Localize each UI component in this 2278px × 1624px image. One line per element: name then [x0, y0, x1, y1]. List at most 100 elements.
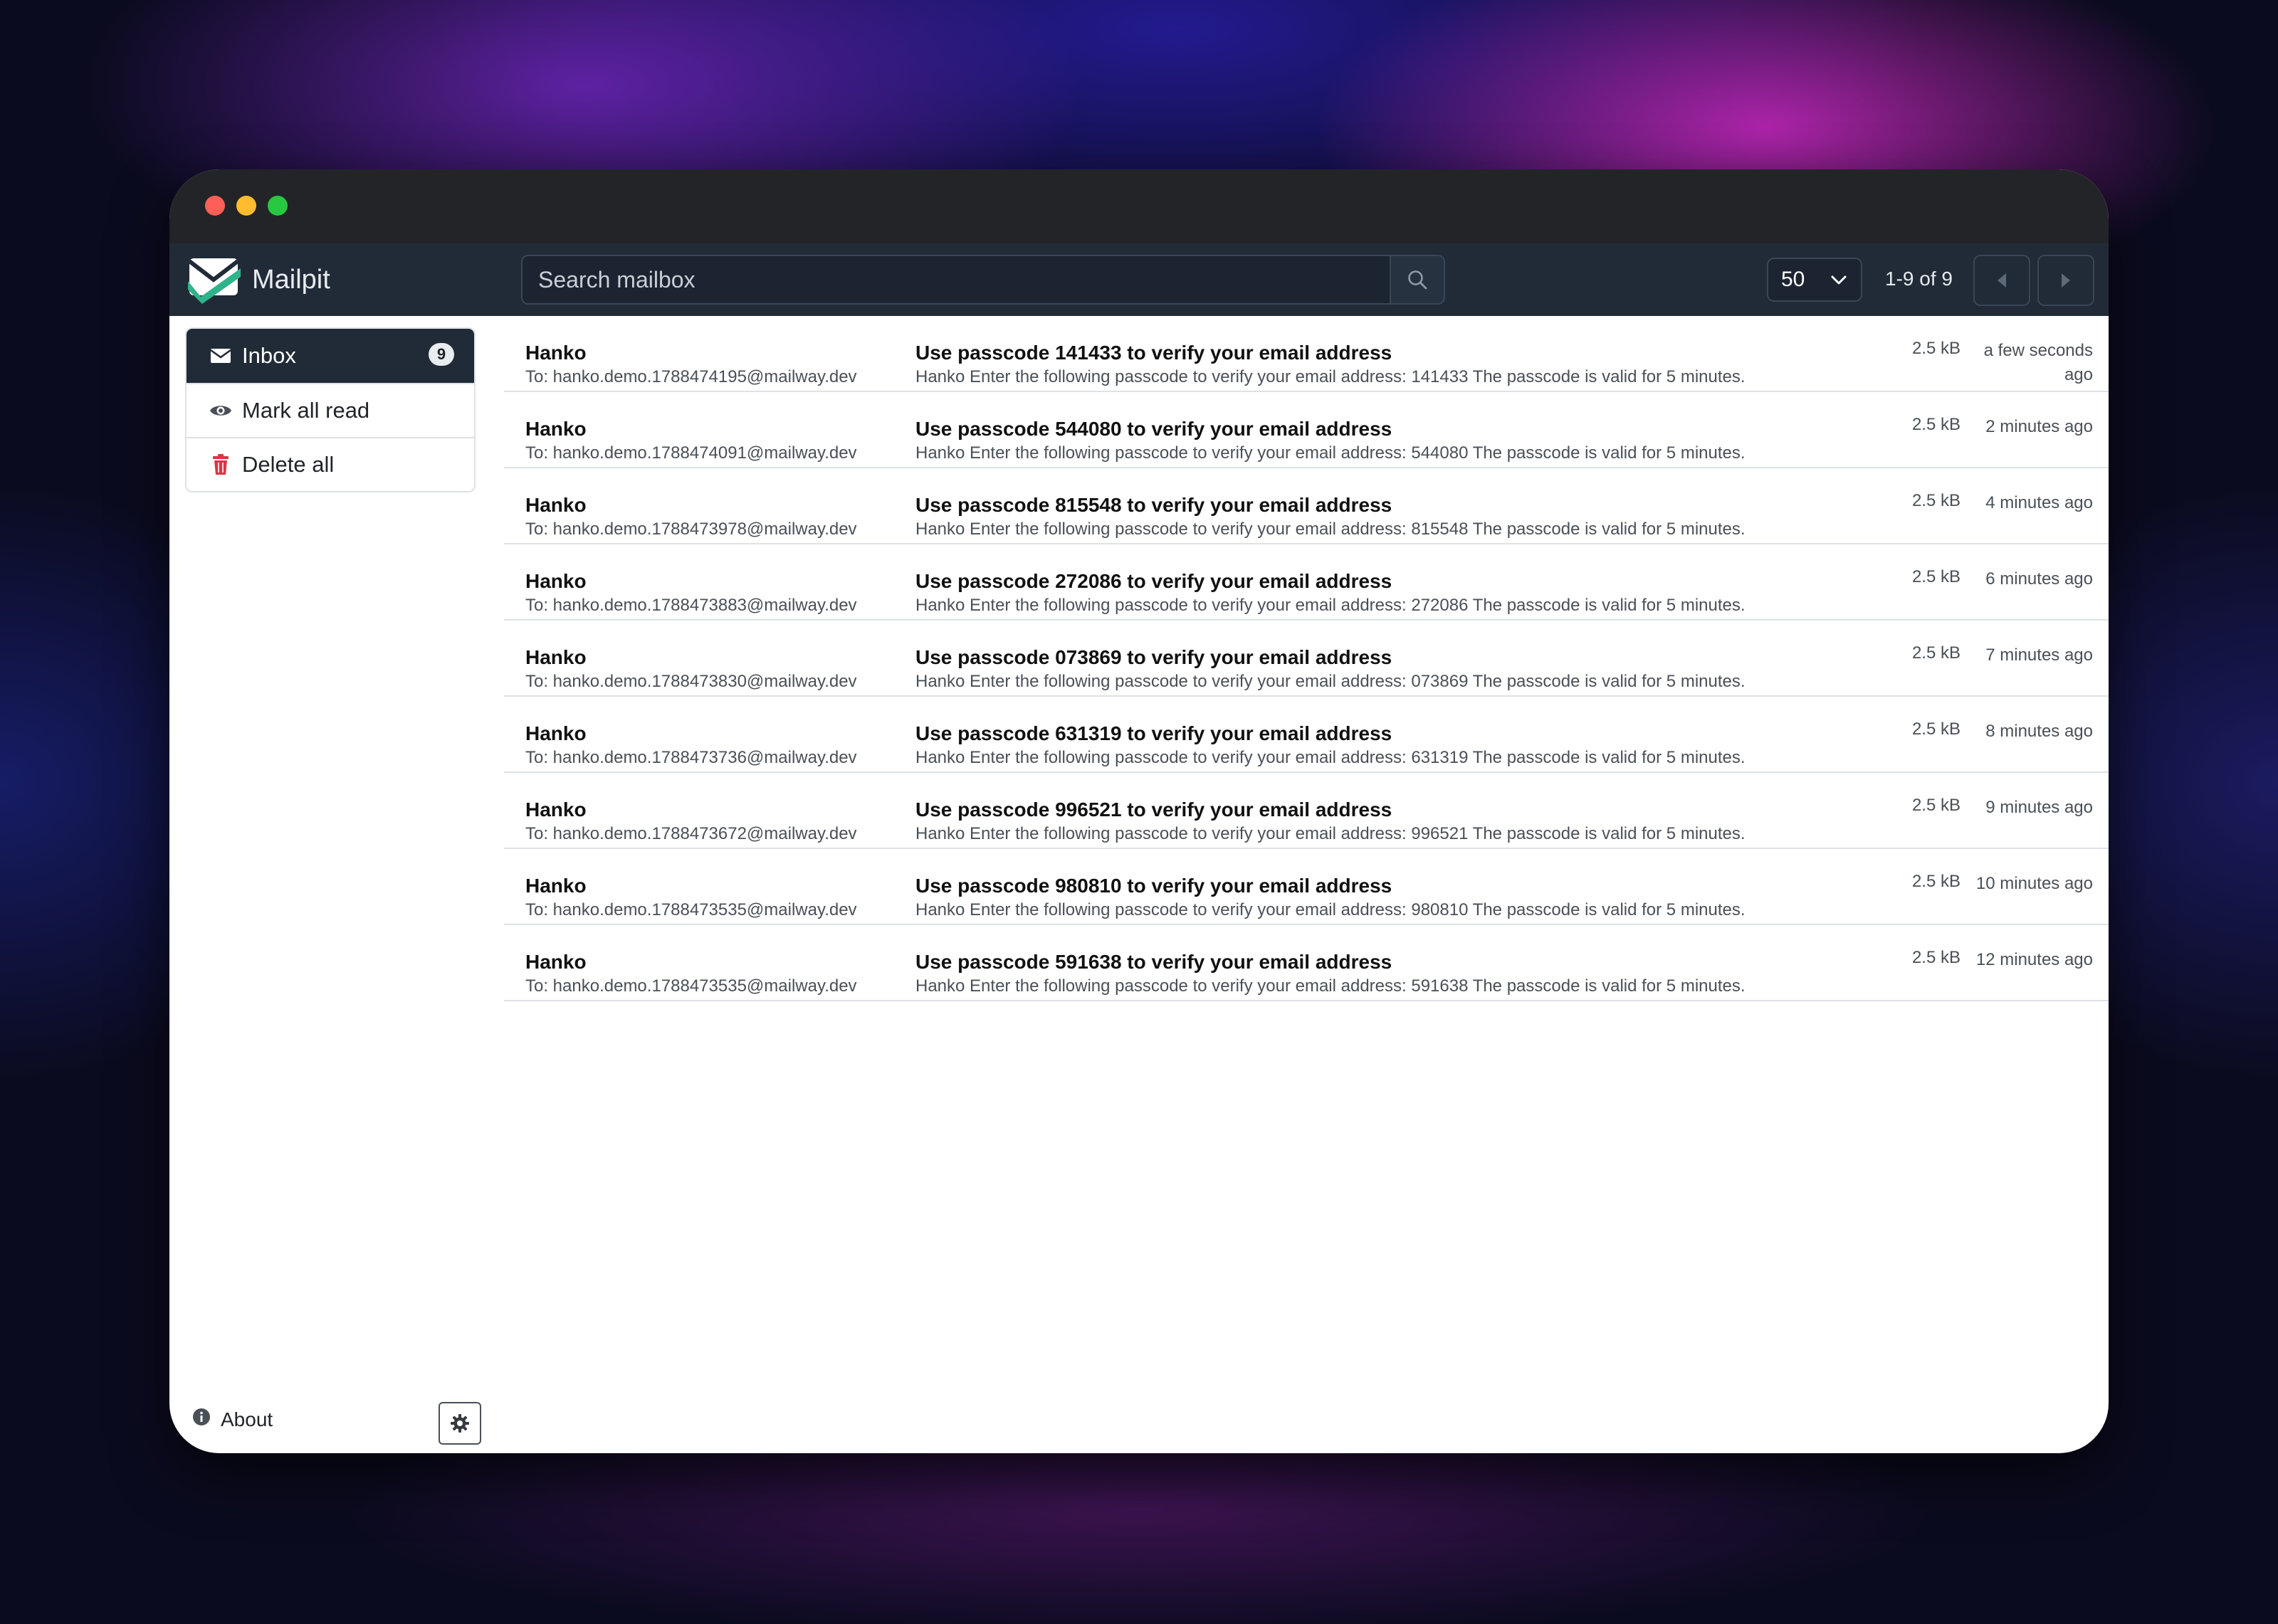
pagination-count: 1-9 of 9: [1885, 268, 1953, 290]
zoom-window-button[interactable]: [268, 196, 288, 216]
message-snippet: Hanko Enter the following passcode to ve…: [915, 443, 1746, 463]
sidebar-footer: About: [169, 1382, 2109, 1453]
message-time: 10 minutes ago: [1975, 874, 2093, 893]
message-size: 2.5 kB: [1911, 796, 1961, 815]
message-time: a few seconds ago: [1961, 339, 2093, 387]
message-subject: Use passcode 980810 to verify your email…: [915, 875, 1392, 897]
message-from: Hanko: [525, 798, 587, 821]
about-link[interactable]: About: [192, 1408, 273, 1431]
message-subject: Use passcode 591638 to verify your email…: [915, 951, 1392, 973]
top-navbar: Mailpit 50 1-9 of 9: [169, 243, 2109, 316]
message-subject: Use passcode 272086 to verify your email…: [915, 570, 1392, 592]
search-button[interactable]: [1391, 255, 1445, 305]
message-snippet: Hanko Enter the following passcode to ve…: [915, 672, 1746, 691]
message-time: 7 minutes ago: [1985, 645, 2093, 665]
message-from: Hanko: [525, 875, 587, 897]
sidebar: Inbox 9 Mark all read Delete all: [185, 327, 476, 492]
sidebar-item-label: Delete all: [242, 452, 335, 477]
gear-icon: [451, 1414, 469, 1433]
caret-left-icon: [1998, 273, 2006, 288]
caret-right-icon: [2062, 273, 2070, 288]
chevron-down-icon: [1831, 275, 1847, 285]
per-page-select[interactable]: 50: [1767, 258, 1862, 302]
message-snippet: Hanko Enter the following passcode to ve…: [915, 824, 1746, 843]
sidebar-item-label: Mark all read: [242, 398, 370, 423]
close-window-button[interactable]: [205, 196, 225, 216]
next-page-button[interactable]: [2037, 255, 2094, 306]
unread-count-badge: 9: [429, 343, 454, 366]
message-from: Hanko: [525, 418, 587, 440]
sidebar-menu: Inbox 9 Mark all read Delete all: [185, 327, 476, 492]
message-row[interactable]: Hanko To: hanko.demo.1788473535@mailway.…: [504, 849, 2109, 925]
message-row[interactable]: Hanko To: hanko.demo.1788473672@mailway.…: [504, 773, 2109, 849]
message-to: To: hanko.demo.1788473535@mailway.dev: [525, 900, 857, 919]
message-list: Hanko To: hanko.demo.1788474195@mailway.…: [504, 316, 2109, 1001]
message-time: 8 minutes ago: [1985, 722, 2093, 741]
message-subject: Use passcode 996521 to verify your email…: [915, 798, 1392, 821]
message-time: 4 minutes ago: [1985, 493, 2093, 512]
sidebar-item-mark-all-read[interactable]: Mark all read: [187, 383, 474, 437]
envelope-icon: [209, 344, 232, 367]
info-circle-icon: [192, 1408, 211, 1431]
message-snippet: Hanko Enter the following passcode to ve…: [915, 596, 1746, 615]
message-subject: Use passcode 544080 to verify your email…: [915, 418, 1392, 440]
search-form: [521, 255, 1445, 305]
message-row[interactable]: Hanko To: hanko.demo.1788473535@mailway.…: [504, 925, 2109, 1001]
search-icon: [1408, 270, 1427, 290]
message-to: To: hanko.demo.1788473736@mailway.dev: [525, 748, 857, 767]
settings-button[interactable]: [439, 1402, 481, 1445]
message-time: 12 minutes ago: [1975, 950, 2093, 969]
message-size: 2.5 kB: [1911, 719, 1961, 739]
sidebar-item-delete-all[interactable]: Delete all: [187, 437, 474, 491]
brand-name: Mailpit: [252, 264, 330, 295]
message-to: To: hanko.demo.1788473830@mailway.dev: [525, 672, 857, 691]
message-row[interactable]: Hanko To: hanko.demo.1788473830@mailway.…: [504, 621, 2109, 697]
message-row[interactable]: Hanko To: hanko.demo.1788474091@mailway.…: [504, 392, 2109, 468]
message-snippet: Hanko Enter the following passcode to ve…: [915, 748, 1746, 767]
message-snippet: Hanko Enter the following passcode to ve…: [915, 976, 1746, 996]
message-subject: Use passcode 631319 to verify your email…: [915, 722, 1392, 744]
message-row[interactable]: Hanko To: hanko.demo.1788473883@mailway.…: [504, 544, 2109, 621]
message-size: 2.5 kB: [1911, 339, 1961, 358]
message-row[interactable]: Hanko To: hanko.demo.1788473736@mailway.…: [504, 697, 2109, 773]
message-time: 9 minutes ago: [1985, 798, 2093, 817]
message-from: Hanko: [525, 646, 587, 668]
message-size: 2.5 kB: [1911, 643, 1961, 663]
brand-link[interactable]: Mailpit: [185, 252, 330, 307]
message-size: 2.5 kB: [1911, 415, 1961, 434]
message-size: 2.5 kB: [1911, 948, 1961, 967]
message-snippet: Hanko Enter the following passcode to ve…: [915, 520, 1746, 539]
message-size: 2.5 kB: [1911, 491, 1961, 510]
message-snippet: Hanko Enter the following passcode to ve…: [915, 900, 1746, 919]
trash-icon: [209, 453, 232, 476]
message-row[interactable]: Hanko To: hanko.demo.1788474195@mailway.…: [504, 316, 2109, 392]
message-from: Hanko: [525, 342, 587, 364]
message-subject: Use passcode 073869 to verify your email…: [915, 646, 1392, 668]
message-from: Hanko: [525, 722, 587, 744]
message-snippet: Hanko Enter the following passcode to ve…: [915, 367, 1746, 386]
title-bar: [169, 169, 2109, 243]
minimize-window-button[interactable]: [236, 196, 256, 216]
message-row[interactable]: Hanko To: hanko.demo.1788473978@mailway.…: [504, 468, 2109, 544]
message-to: To: hanko.demo.1788473883@mailway.dev: [525, 596, 857, 615]
message-to: To: hanko.demo.1788474091@mailway.dev: [525, 443, 857, 463]
previous-page-button[interactable]: [1973, 255, 2030, 306]
message-time-line1: a few seconds: [1983, 341, 2093, 360]
mailpit-logo-icon: [188, 258, 241, 304]
sidebar-item-label: Inbox: [242, 343, 296, 368]
message-from: Hanko: [525, 570, 587, 592]
app-window: Mailpit 50 1-9 of 9: [169, 169, 2109, 1453]
message-from: Hanko: [525, 951, 587, 973]
message-time-line2: ago: [2064, 365, 2093, 384]
message-subject: Use passcode 815548 to verify your email…: [915, 494, 1392, 516]
main-content: Inbox 9 Mark all read Delete all Hanko T…: [169, 316, 2109, 1453]
message-subject: Use passcode 141433 to verify your email…: [915, 342, 1392, 364]
message-to: To: hanko.demo.1788473978@mailway.dev: [525, 520, 857, 539]
sidebar-item-inbox[interactable]: Inbox 9: [187, 329, 474, 383]
message-size: 2.5 kB: [1911, 872, 1961, 891]
message-to: To: hanko.demo.1788473535@mailway.dev: [525, 976, 857, 996]
message-to: To: hanko.demo.1788473672@mailway.dev: [525, 824, 857, 843]
search-input[interactable]: [521, 255, 1391, 305]
message-time: 2 minutes ago: [1985, 417, 2093, 436]
per-page-value: 50: [1781, 268, 1805, 291]
